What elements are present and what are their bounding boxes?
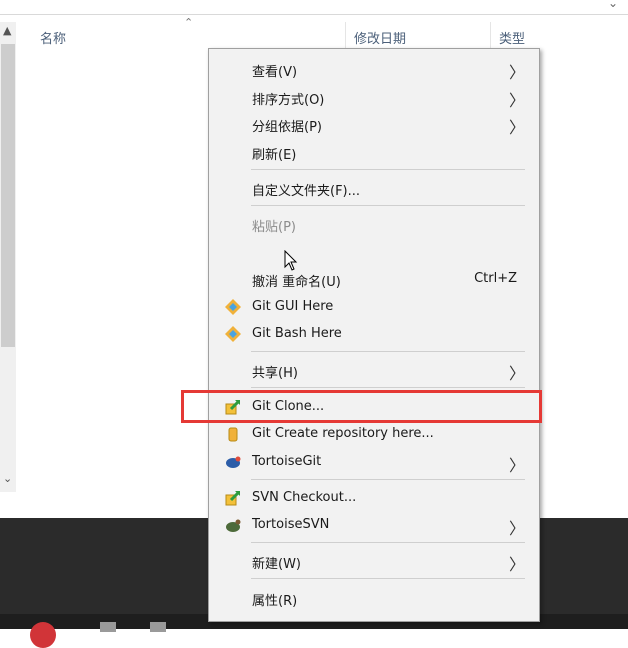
menu-separator (251, 205, 525, 206)
menu-item-label: 撤消 重命名(U) (252, 275, 341, 290)
menu-item-label: 分组依据(P) (252, 120, 322, 135)
menu-item-sort-by[interactable]: 排序方式(O) 〉 (209, 84, 539, 110)
menu-item-label: SVN Checkout... (252, 490, 357, 505)
chevron-right-icon: 〉 (508, 456, 525, 475)
git-diamond-icon (225, 299, 241, 315)
menu-item-label: 刷新(E) (252, 148, 297, 163)
menu-item-label: 排序方式(O) (252, 93, 325, 108)
chevron-down-icon[interactable]: ⌄ (608, 0, 618, 10)
menu-item-label: TortoiseGit (252, 454, 322, 469)
menu-item-refresh[interactable]: 刷新(E) (209, 139, 539, 165)
menu-item-share[interactable]: 共享(H) 〉 (209, 357, 539, 383)
menu-item-customize-folder[interactable]: 自定义文件夹(F)... (209, 175, 539, 201)
menu-item-new[interactable]: 新建(W) 〉 (209, 548, 539, 574)
scroll-up-icon[interactable]: ▲ (3, 24, 11, 37)
menu-separator (251, 351, 525, 352)
column-header-name[interactable]: 名称 (40, 28, 66, 52)
column-divider[interactable] (490, 22, 491, 50)
menu-separator (251, 169, 525, 170)
menu-item-label: TortoiseSVN (252, 517, 330, 532)
vertical-scrollbar[interactable]: ▲ ⌄ (0, 22, 16, 492)
menu-item-git-gui[interactable]: Git GUI Here (209, 294, 539, 320)
tortoisesvn-icon (226, 519, 241, 532)
menu-item-paste: 粘贴(P) (209, 211, 539, 237)
menu-item-svn-checkout[interactable]: SVN Checkout... (209, 485, 539, 511)
address-bar-edge: ⌄ (0, 0, 628, 15)
menu-item-label: 新建(W) (252, 557, 301, 572)
menu-item-git-bash[interactable]: Git Bash Here (209, 321, 539, 347)
chevron-right-icon: 〉 (508, 91, 525, 110)
menu-item-label: 自定义文件夹(F)... (252, 184, 361, 199)
menu-item-label: Git Create repository here... (252, 426, 434, 441)
git-diamond-icon (225, 326, 241, 342)
menu-item-label: 共享(H) (252, 366, 298, 381)
menu-item-label: 查看(V) (252, 65, 298, 80)
menu-separator (251, 387, 525, 388)
menu-item-git-create-repo[interactable]: Git Create repository here... (209, 421, 539, 447)
tortoisegit-icon (226, 456, 241, 468)
column-divider[interactable] (345, 22, 346, 50)
menu-item-label: 属性(R) (252, 594, 298, 609)
menu-item-label: Git Bash Here (252, 326, 342, 341)
menu-item-tortoisegit[interactable]: TortoiseGit 〉 (209, 449, 539, 475)
chevron-right-icon: 〉 (508, 118, 525, 137)
menu-item-tortoisesvn[interactable]: TortoiseSVN 〉 (209, 512, 539, 538)
chevron-right-icon: 〉 (508, 519, 525, 538)
svn-checkout-icon (225, 491, 240, 506)
sort-ascending-icon: ⌃ (184, 16, 194, 29)
mouse-cursor-icon (284, 250, 298, 271)
chevron-right-icon: 〉 (508, 364, 525, 383)
menu-item-label: 粘贴(P) (252, 220, 296, 235)
taskbar-app-icon[interactable] (150, 622, 166, 632)
menu-item-undo-rename[interactable]: 撤消 重命名(U) Ctrl+Z (209, 266, 539, 292)
context-menu: 查看(V) 〉 排序方式(O) 〉 分组依据(P) 〉 刷新(E) 自定义文件夹… (208, 48, 540, 622)
menu-item-label: Git GUI Here (252, 299, 334, 314)
scroll-down-icon[interactable]: ⌄ (3, 472, 12, 485)
menu-item-view[interactable]: 查看(V) 〉 (209, 56, 539, 82)
chevron-right-icon: 〉 (508, 63, 525, 82)
menu-separator (251, 578, 525, 579)
highlight-box (181, 390, 542, 423)
taskbar-app-icon[interactable] (100, 622, 116, 632)
menu-item-properties[interactable]: 属性(R) (209, 585, 539, 611)
menu-shortcut: Ctrl+Z (474, 271, 517, 286)
chevron-right-icon: 〉 (508, 555, 525, 574)
menu-item-group-by[interactable]: 分组依据(P) 〉 (209, 111, 539, 137)
repository-icon (228, 427, 238, 442)
taskbar-app-icon[interactable] (30, 622, 56, 648)
menu-separator (251, 542, 525, 543)
menu-separator (251, 479, 525, 480)
scroll-thumb[interactable] (1, 44, 15, 347)
